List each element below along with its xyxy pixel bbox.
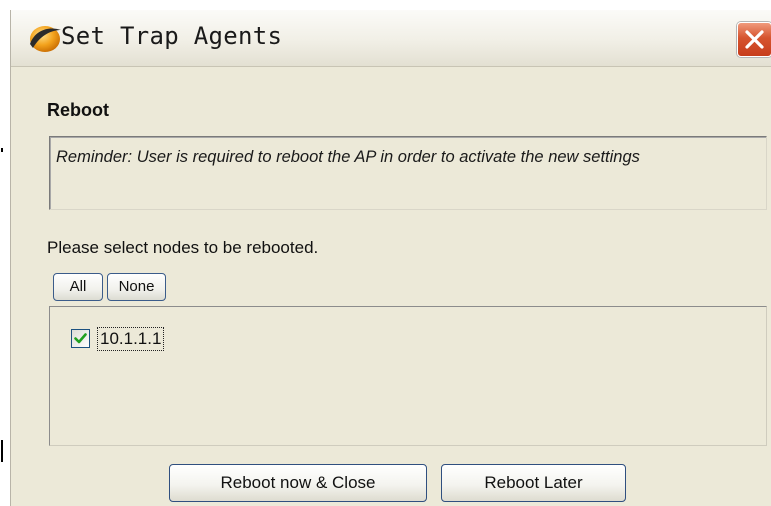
left-edge bbox=[0, 0, 6, 506]
reboot-now-close-button[interactable]: Reboot now & Close bbox=[169, 464, 427, 502]
edge-mark bbox=[1, 148, 3, 152]
reboot-later-button[interactable]: Reboot Later bbox=[441, 464, 626, 502]
node-label[interactable]: 10.1.1.1 bbox=[97, 327, 165, 351]
node-list[interactable]: 10.1.1.1 bbox=[49, 306, 767, 446]
close-button[interactable] bbox=[737, 22, 771, 57]
select-all-button[interactable]: All bbox=[53, 273, 103, 301]
edge-mark bbox=[1, 440, 3, 462]
app-logo-icon bbox=[27, 22, 63, 54]
reminder-text: Reminder: User is required to reboot the… bbox=[49, 136, 767, 210]
title-bar[interactable]: Set Trap Agents bbox=[11, 10, 771, 67]
select-none-button[interactable]: None bbox=[107, 273, 166, 301]
node-checkbox[interactable] bbox=[71, 329, 90, 348]
section-title: Reboot bbox=[47, 100, 109, 120]
set-trap-agents-dialog: Set Trap Agents Reboot Reminder: User is… bbox=[10, 10, 771, 506]
window-title: Set Trap Agents bbox=[61, 22, 283, 50]
instruction-text: Please select nodes to be rebooted. bbox=[47, 238, 319, 257]
